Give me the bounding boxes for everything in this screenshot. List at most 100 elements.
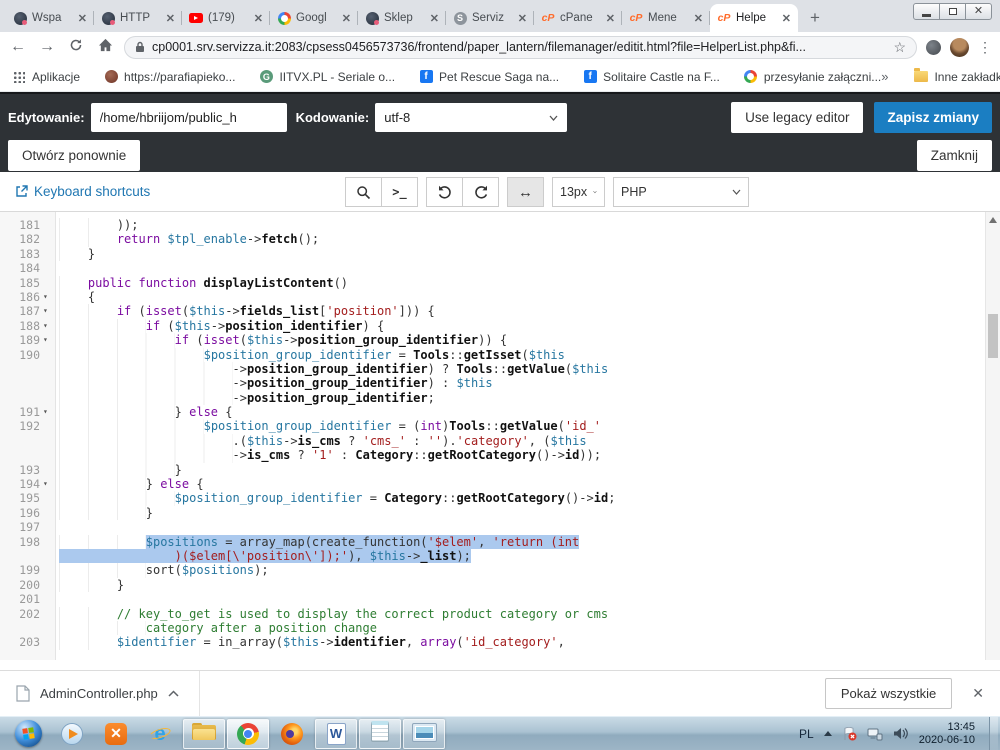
redo-button[interactable] bbox=[462, 177, 499, 207]
taskbar-chrome-button[interactable] bbox=[227, 719, 269, 749]
code-line-203[interactable]: 203$identifier = in_array($this->identif… bbox=[0, 635, 1000, 649]
use-legacy-editor-button[interactable]: Use legacy editor bbox=[731, 102, 863, 133]
keyboard-shortcuts-link[interactable]: Keyboard shortcuts bbox=[15, 184, 150, 199]
new-tab-button[interactable]: + bbox=[802, 6, 828, 30]
action-center-flag-icon[interactable] bbox=[842, 727, 857, 741]
taskbar-media-player-button[interactable] bbox=[51, 719, 93, 749]
code-editor[interactable]: 181));182return $tpl_enable->fetch();183… bbox=[0, 212, 1000, 660]
scrollbar-thumb[interactable] bbox=[988, 314, 998, 358]
taskbar-start-button[interactable] bbox=[7, 719, 49, 749]
code-line-181[interactable]: 181)); bbox=[0, 218, 1000, 232]
tab-close-icon[interactable]: ✕ bbox=[254, 12, 263, 25]
browser-tab-2[interactable]: HTTP✕ bbox=[94, 4, 182, 32]
fold-arrow-icon[interactable]: ▾ bbox=[40, 290, 56, 304]
taskbar-notepad-button[interactable] bbox=[359, 719, 401, 749]
code-line-193[interactable]: 193} bbox=[0, 463, 1000, 477]
code-line-192-wrap2[interactable]: ->is_cms ? '1' : Category::getRootCatego… bbox=[0, 448, 1000, 462]
other-bookmarks-button[interactable]: Inne zakładki bbox=[914, 70, 1000, 84]
forward-button[interactable]: → bbox=[37, 39, 57, 55]
code-line-196[interactable]: 196} bbox=[0, 506, 1000, 520]
browser-tab-5[interactable]: Sklep✕ bbox=[358, 4, 446, 32]
code-line-202-wrap1[interactable]: category after a position change bbox=[0, 621, 1000, 635]
bookmarks-overflow-button[interactable]: » bbox=[881, 69, 888, 84]
browser-tab-9[interactable]: cPHelpe✕ bbox=[710, 4, 798, 32]
volume-icon[interactable] bbox=[893, 727, 909, 740]
code-line-190-wrap2[interactable]: ->position_group_identifier) : $this bbox=[0, 376, 1000, 390]
code-line-198-wrap1[interactable]: )($elem[\'position\']);'), $this->_list)… bbox=[0, 549, 1000, 563]
save-changes-button[interactable]: Zapisz zmiany bbox=[874, 102, 992, 133]
window-minimize-button[interactable] bbox=[913, 3, 940, 20]
taskbar-photo-viewer-button[interactable] bbox=[403, 719, 445, 749]
bookmark-item-4[interactable]: fPet Rescue Saga na... bbox=[419, 70, 559, 84]
language-indicator[interactable]: PL bbox=[799, 727, 814, 741]
code-line-192[interactable]: 192$position_group_identifier = (int)Too… bbox=[0, 419, 1000, 433]
encoding-select[interactable]: utf-8 bbox=[375, 103, 567, 132]
window-restore-button[interactable] bbox=[939, 3, 966, 20]
code-line-200[interactable]: 200} bbox=[0, 578, 1000, 592]
back-button[interactable]: ← bbox=[8, 39, 28, 55]
tab-close-icon[interactable]: ✕ bbox=[78, 12, 87, 25]
close-editor-button[interactable]: Zamknij bbox=[917, 140, 992, 171]
reload-button[interactable] bbox=[66, 38, 86, 56]
browser-menu-button[interactable]: ⋮ bbox=[978, 39, 992, 56]
code-line-191[interactable]: 191▾} else { bbox=[0, 405, 1000, 419]
code-line-199[interactable]: 199sort($positions); bbox=[0, 563, 1000, 577]
tab-close-icon[interactable]: ✕ bbox=[166, 12, 175, 25]
fold-arrow-icon[interactable]: ▾ bbox=[40, 477, 56, 491]
code-line-182[interactable]: 182return $tpl_enable->fetch(); bbox=[0, 232, 1000, 246]
download-item[interactable]: AdminController.php bbox=[16, 685, 179, 702]
browser-tab-7[interactable]: cPcPane✕ bbox=[534, 4, 622, 32]
bookmark-star-icon[interactable]: ☆ bbox=[893, 39, 906, 56]
show-all-downloads-button[interactable]: Pokaż wszystkie bbox=[825, 678, 952, 709]
bookmark-item-6[interactable]: przesyłanie załączni... bbox=[744, 70, 881, 84]
editor-scrollbar[interactable] bbox=[985, 212, 1000, 660]
syntax-mode-select[interactable]: PHP bbox=[613, 177, 749, 207]
home-button[interactable] bbox=[95, 38, 115, 56]
file-path-input[interactable] bbox=[91, 103, 287, 132]
fold-arrow-icon[interactable]: ▾ bbox=[40, 304, 56, 318]
tab-close-icon[interactable]: ✕ bbox=[518, 12, 527, 25]
code-line-183[interactable]: 183} bbox=[0, 247, 1000, 261]
fold-arrow-icon[interactable]: ▾ bbox=[40, 405, 56, 419]
code-line-189[interactable]: 189▾if (isset($this->position_group_iden… bbox=[0, 333, 1000, 347]
tab-close-icon[interactable]: ✕ bbox=[342, 12, 351, 25]
tab-close-icon[interactable]: ✕ bbox=[606, 12, 615, 25]
terminal-button[interactable]: >_ bbox=[381, 177, 418, 207]
code-line-186[interactable]: 186▾{ bbox=[0, 290, 1000, 304]
bookmark-item-1[interactable]: Aplikacje bbox=[12, 70, 80, 84]
browser-tab-1[interactable]: Wspa✕ bbox=[6, 4, 94, 32]
browser-tab-8[interactable]: cPMene✕ bbox=[622, 4, 710, 32]
taskbar-xampp-button[interactable]: ✕ bbox=[95, 719, 137, 749]
code-line-198[interactable]: 198$positions = array_map(create_functio… bbox=[0, 535, 1000, 549]
bookmark-item-3[interactable]: GIITVX.PL - Seriale o... bbox=[259, 70, 395, 84]
scrollbar-up-arrow-icon[interactable] bbox=[989, 217, 997, 223]
browser-tab-4[interactable]: Googl✕ bbox=[270, 4, 358, 32]
tray-expand-icon[interactable] bbox=[824, 731, 832, 736]
profile-avatar[interactable] bbox=[950, 38, 969, 57]
browser-tab-3[interactable]: (179)✕ bbox=[182, 4, 270, 32]
code-line-192-wrap1[interactable]: .($this->is_cms ? 'cms_' : '').'category… bbox=[0, 434, 1000, 448]
code-line-195[interactable]: 195$position_group_identifier = Category… bbox=[0, 491, 1000, 505]
font-size-select[interactable]: 13px bbox=[552, 177, 605, 207]
search-button[interactable] bbox=[345, 177, 382, 207]
chevron-up-icon[interactable] bbox=[168, 690, 179, 697]
code-line-185[interactable]: 185public function displayListContent() bbox=[0, 276, 1000, 290]
network-icon[interactable] bbox=[867, 727, 883, 741]
taskbar-firefox-button[interactable] bbox=[271, 719, 313, 749]
code-line-194[interactable]: 194▾} else { bbox=[0, 477, 1000, 491]
taskbar-internet-explorer-button[interactable]: e bbox=[139, 719, 181, 749]
tab-close-icon[interactable]: ✕ bbox=[782, 12, 791, 25]
code-line-184[interactable]: 184 bbox=[0, 261, 1000, 275]
word-wrap-button[interactable]: ↔ bbox=[507, 177, 544, 207]
browser-tab-6[interactable]: SServiz✕ bbox=[446, 4, 534, 32]
tab-close-icon[interactable]: ✕ bbox=[694, 12, 703, 25]
tab-close-icon[interactable]: ✕ bbox=[430, 12, 439, 25]
reopen-button[interactable]: Otwórz ponownie bbox=[8, 140, 140, 171]
window-close-button[interactable]: ✕ bbox=[965, 3, 992, 20]
code-line-188[interactable]: 188▾if ($this->position_identifier) { bbox=[0, 319, 1000, 333]
taskbar-word-button[interactable]: W bbox=[315, 719, 357, 749]
address-bar[interactable]: cp0001.srv.servizza.it:2083/cpsess045657… bbox=[124, 36, 917, 59]
taskbar-clock[interactable]: 13:45 2020-06-10 bbox=[919, 721, 979, 747]
code-line-202[interactable]: 202// key_to_get is used to display the … bbox=[0, 607, 1000, 621]
code-line-190-wrap1[interactable]: ->position_group_identifier) ? Tools::ge… bbox=[0, 362, 1000, 376]
